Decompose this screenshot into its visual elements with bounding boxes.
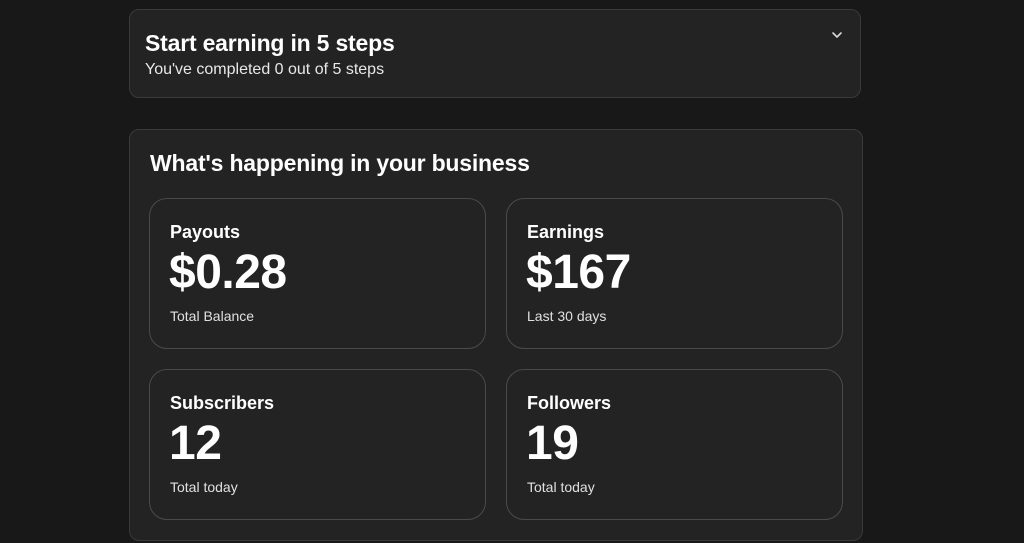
payouts-caption: Total Balance: [170, 308, 255, 324]
earnings-caption: Last 30 days: [527, 308, 607, 324]
business-overview-title: What's happening in your business: [150, 150, 530, 176]
chevron-down-icon[interactable]: [830, 28, 844, 42]
subscribers-value: 12: [169, 417, 222, 470]
onboarding-title: Start earning in 5 steps: [145, 30, 395, 56]
earnings-card[interactable]: Earnings $167 Last 30 days: [506, 198, 843, 349]
followers-caption: Total today: [527, 479, 595, 495]
subscribers-caption: Total today: [170, 479, 238, 495]
followers-card[interactable]: Followers 19 Total today: [506, 369, 843, 520]
followers-label: Followers: [527, 393, 612, 413]
subscribers-label: Subscribers: [170, 393, 275, 413]
business-overview-card: What's happening in your business Payout…: [129, 129, 863, 541]
earnings-value: $167: [526, 246, 631, 299]
payouts-label: Payouts: [170, 222, 241, 242]
onboarding-progress-text: You've completed 0 out of 5 steps: [145, 61, 385, 78]
subscribers-card[interactable]: Subscribers 12 Total today: [149, 369, 486, 520]
earnings-label: Earnings: [527, 222, 605, 242]
payouts-card[interactable]: Payouts $0.28 Total Balance: [149, 198, 486, 349]
followers-value: 19: [526, 417, 579, 470]
payouts-value: $0.28: [169, 246, 287, 299]
onboarding-card[interactable]: Start earning in 5 steps You've complete…: [129, 9, 861, 98]
